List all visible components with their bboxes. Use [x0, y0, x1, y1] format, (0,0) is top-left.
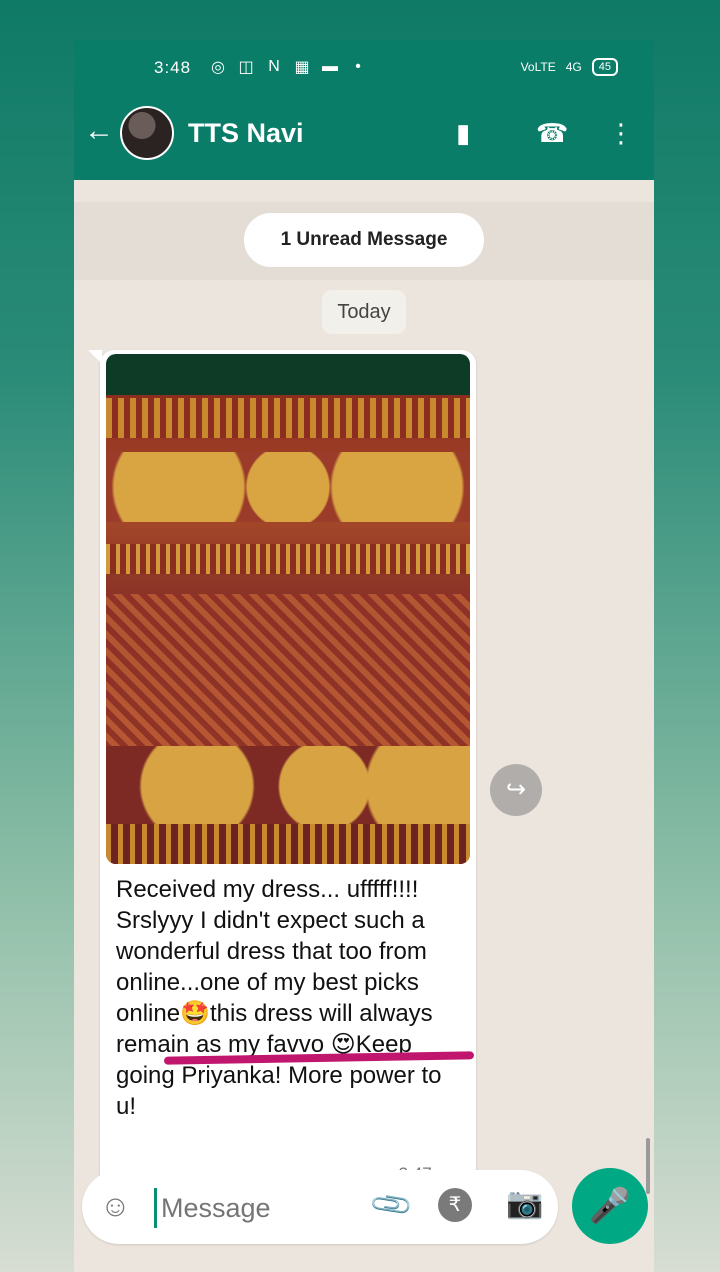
rupee-icon[interactable]: ₹ — [438, 1188, 472, 1222]
message-composer: ☺ 📎 ₹ 📷 — [82, 1170, 558, 1244]
status-icons: ◎ ◫ N ▦ ▬ • — [208, 57, 368, 77]
date-chip: Today — [322, 290, 406, 334]
camera-icon[interactable]: 📷 — [506, 1186, 543, 1221]
dot-icon: • — [355, 58, 361, 75]
back-arrow-icon[interactable]: ← — [84, 114, 114, 148]
scrollbar[interactable] — [646, 1138, 650, 1194]
status-time: 3:48 — [154, 58, 192, 77]
more-options-icon[interactable]: ⋮ — [608, 118, 634, 149]
voice-call-icon[interactable]: ☎ — [536, 118, 568, 149]
battery-icon: 45 — [591, 58, 618, 76]
status-bar: 3:48 ◎ ◫ N ▦ ▬ • VoLTE 4G 45 — [74, 54, 654, 84]
n-icon: N — [268, 58, 280, 75]
video-call-icon[interactable]: ▮ — [456, 118, 470, 149]
message-input[interactable] — [154, 1188, 354, 1228]
avatar[interactable] — [120, 106, 174, 160]
mic-icon: 🎤 — [588, 1187, 632, 1225]
image-pattern — [106, 452, 470, 522]
attach-icon[interactable]: 📎 — [367, 1181, 415, 1229]
network-label: 4G — [565, 60, 582, 74]
image-pattern — [106, 544, 470, 574]
message-text: Received my dress... ufffff!!!! Srslyyy … — [116, 876, 442, 1120]
instagram-icon: ◫ — [238, 59, 254, 76]
unread-message-badge: 1 Unread Message — [244, 213, 484, 267]
phone-frame: 3:48 ◎ ◫ N ▦ ▬ • VoLTE 4G 45 ← TTS Navi … — [74, 40, 654, 1272]
chat-area: 1 Unread Message Today Received my dress… — [74, 180, 654, 1272]
app-icon: ▬ — [322, 58, 338, 75]
whatsapp-icon: ◎ — [211, 59, 225, 76]
contact-name[interactable]: TTS Navi — [188, 118, 304, 149]
image-pattern — [106, 824, 470, 864]
message-bubble[interactable]: Received my dress... ufffff!!!! Srslyyy … — [88, 350, 476, 1194]
status-right: VoLTE 4G 45 — [521, 58, 618, 76]
dress-image[interactable] — [106, 354, 470, 864]
top-bar: 3:48 ◎ ◫ N ▦ ▬ • VoLTE 4G 45 ← TTS Navi … — [74, 40, 654, 180]
image-pattern — [106, 398, 470, 438]
chat-header: ← TTS Navi ▮ ☎ ⋮ — [74, 100, 654, 172]
volte-label: VoLTE — [520, 60, 556, 74]
news-icon: ▦ — [294, 59, 310, 76]
mic-button[interactable]: 🎤 — [572, 1168, 648, 1244]
emoji-icon[interactable]: ☺ — [100, 1190, 131, 1224]
image-pattern — [106, 746, 470, 826]
forward-icon[interactable]: ↪ — [490, 764, 542, 816]
